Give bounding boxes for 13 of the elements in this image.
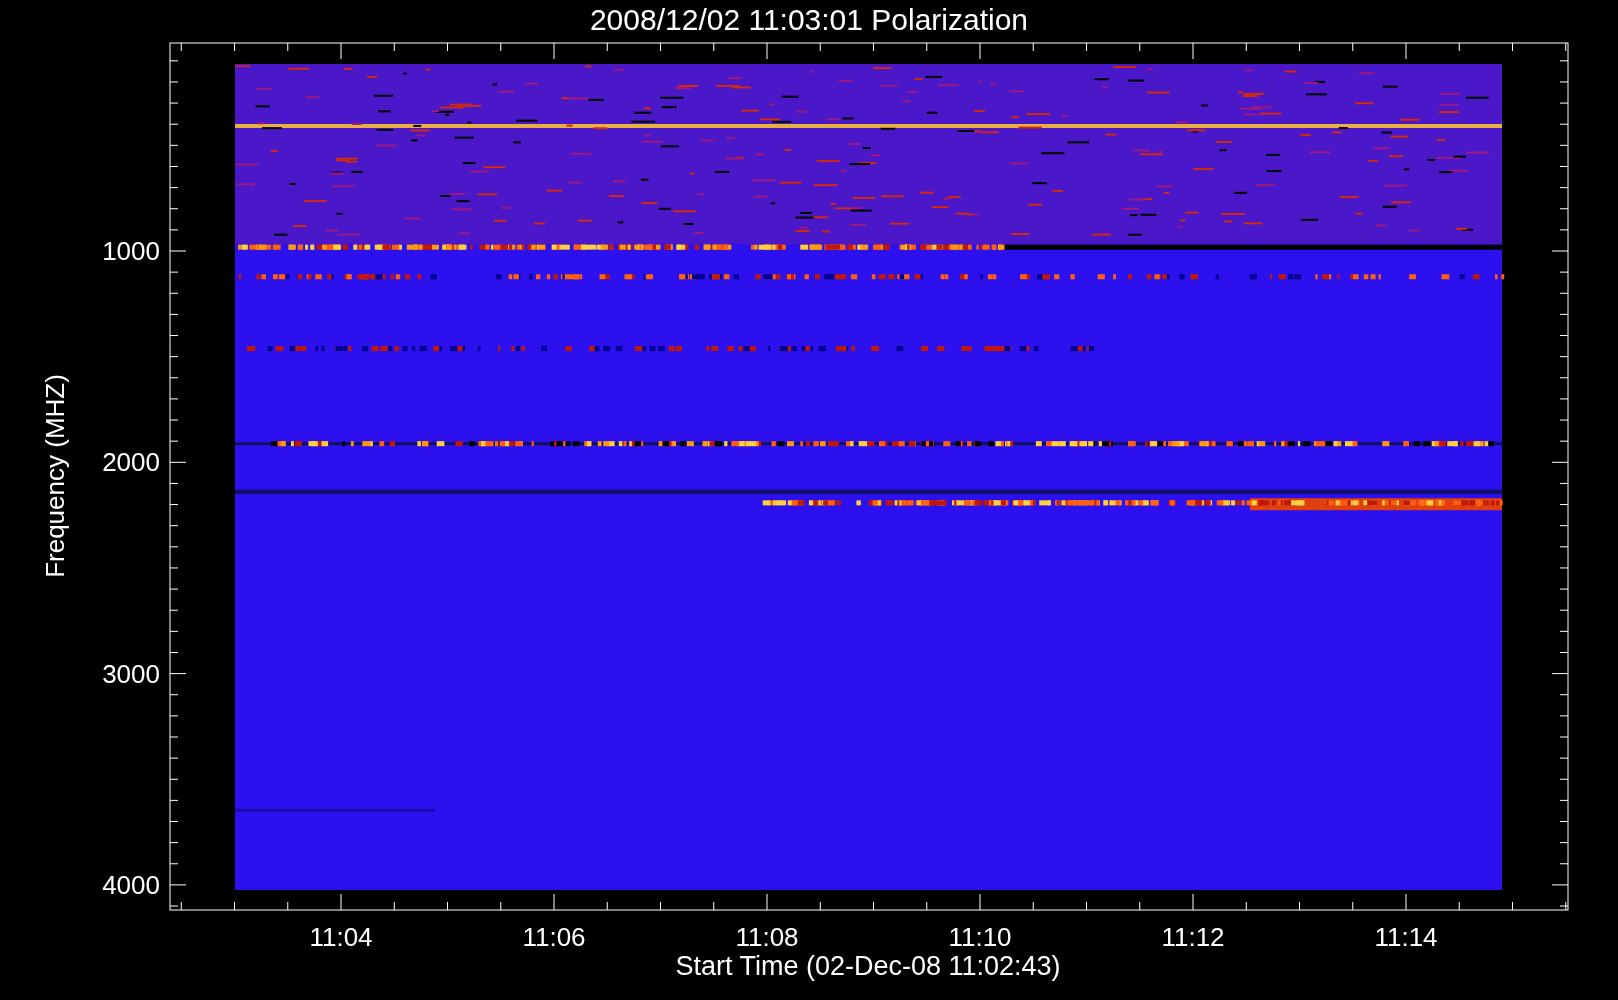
y-tick-label: 3000 — [102, 658, 160, 689]
x-tick-label: 11:08 — [735, 922, 799, 952]
plot-title: 2008/12/02 11:03:01 Polarization — [589, 3, 1029, 36]
x-tick-label: 11:04 — [309, 922, 373, 952]
y-tick-label: 1000 — [102, 236, 160, 266]
x-tick-label: 11:12 — [1161, 922, 1225, 952]
x-tick-label: 11:06 — [522, 922, 586, 952]
x-axis-label: Start Time (02-Dec-08 11:02:43) — [675, 951, 1061, 981]
x-tick-label: 11:10 — [948, 922, 1012, 952]
y-tick-label: 4000 — [102, 869, 160, 900]
y-tick-label: 2000 — [102, 447, 160, 478]
y-axis-label: Frequency (MHZ) — [40, 374, 70, 578]
x-tick-label: 11:14 — [1374, 922, 1438, 952]
